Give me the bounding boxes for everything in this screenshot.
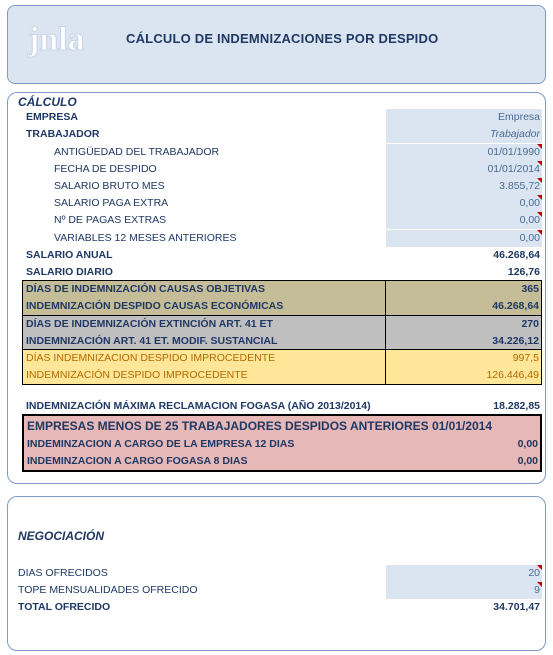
- trabajador-label: TRABAJADOR: [26, 128, 100, 140]
- variables-label: VARIABLES 12 MESES ANTERIORES: [54, 232, 237, 244]
- negociacion-panel: NEGOCIACIÓN DIAS OFRECIDOS 20 TOPE MENSU…: [7, 496, 546, 651]
- num-pagas-field[interactable]: 0,00: [386, 212, 542, 229]
- objetivas-ind-row: INDEMNIZACIÓN DESPIDO CAUSAS ECONÓMICAS …: [23, 298, 541, 315]
- salario-bruto-field[interactable]: 3.855,72: [386, 178, 542, 195]
- pequenas-fogasa-label: INDEMINZACION A CARGO FOGASA 8 DIAS: [27, 455, 248, 467]
- salario-bruto-value: 3.855,72: [499, 180, 540, 192]
- comment-marker-icon: [537, 565, 542, 570]
- trabajador-row: TRABAJADOR Trabajador: [24, 126, 542, 143]
- improc-dias-row: DÍAS INDEMNIZACION DESPIDO IMPROCEDENTE …: [23, 350, 541, 367]
- jnla-logo: jnla: [27, 21, 86, 59]
- variables-field[interactable]: 0,00: [386, 230, 542, 247]
- dias-ofrecidos-field[interactable]: 20: [386, 565, 542, 582]
- comment-marker-icon: [537, 212, 542, 217]
- comment-marker-icon: [537, 195, 542, 200]
- dias-ofrecidos-row: DIAS OFRECIDOS 20: [16, 565, 542, 582]
- causas-objetivas-block: DÍAS DE INDEMNIZACIÓN CAUSAS OBJETIVAS 3…: [22, 280, 542, 316]
- improcedente-block: DÍAS INDEMNIZACION DESPIDO IMPROCEDENTE …: [22, 349, 542, 385]
- num-pagas-row: Nº DE PAGAS EXTRAS 0,00: [24, 212, 542, 229]
- total-ofrecido-row: TOTAL OFRECIDO 34.701,47: [16, 599, 542, 616]
- empresa-label: EMPRESA: [26, 111, 78, 123]
- total-ofrecido-label: TOTAL OFRECIDO: [18, 601, 111, 613]
- calculo-title: CÁLCULO: [18, 95, 77, 109]
- comment-marker-icon: [537, 582, 542, 587]
- objetivas-dias-value: 365: [385, 281, 541, 298]
- fecha-despido-row: FECHA DE DESPIDO 01/01/2014: [24, 161, 542, 178]
- pequenas-fogasa-value: 0,00: [517, 455, 538, 467]
- empresa-row: EMPRESA Empresa: [24, 109, 542, 126]
- improc-ind-row: INDEMNIZACIÓN DESPIDO IMPROCEDENTE 126.4…: [23, 367, 541, 384]
- paga-extra-field[interactable]: 0,00: [386, 195, 542, 212]
- tope-mensualidades-field[interactable]: 9: [386, 582, 542, 599]
- pequenas-empresa-label: INDEMINZACION A CARGO DE LA EMPRESA 12 D…: [27, 438, 295, 450]
- objetivas-ind-label: INDEMNIZACIÓN DESPIDO CAUSAS ECONÓMICAS: [26, 300, 284, 312]
- art41-block: DÍAS DE INDEMNIZACIÓN EXTINCIÓN ART. 41 …: [22, 315, 542, 351]
- objetivas-dias-row: DÍAS DE INDEMNIZACIÓN CAUSAS OBJETIVAS 3…: [23, 281, 541, 298]
- salario-bruto-label: SALARIO BRUTO MES: [54, 180, 165, 192]
- paga-extra-row: SALARIO PAGA EXTRA 0,00: [24, 195, 542, 212]
- negociacion-title: NEGOCIACIÓN: [18, 529, 105, 543]
- pequenas-empresa-value: 0,00: [517, 438, 538, 450]
- comment-marker-icon: [537, 161, 542, 166]
- antiguedad-label: ANTIGÜEDAD DEL TRABAJADOR: [54, 146, 220, 158]
- pequenas-empresa-row: INDEMINZACION A CARGO DE LA EMPRESA 12 D…: [24, 436, 540, 453]
- fecha-despido-label: FECHA DE DESPIDO: [54, 163, 157, 175]
- salario-anual-label: SALARIO ANUAL: [26, 249, 113, 261]
- improc-dias-label: DÍAS INDEMNIZACION DESPIDO IMPROCEDENTE: [26, 352, 276, 364]
- pequenas-fogasa-row: INDEMINZACION A CARGO FOGASA 8 DIAS 0,00: [24, 453, 540, 470]
- improc-ind-value: 126.446,49: [385, 367, 541, 384]
- page-title: CÁLCULO DE INDEMNIZACIONES POR DESPIDO: [126, 31, 439, 46]
- art41-dias-row: DÍAS DE INDEMNIZACIÓN EXTINCIÓN ART. 41 …: [23, 316, 541, 333]
- tope-mensualidades-label: TOPE MENSUALIDADES OFRECIDO: [18, 584, 198, 596]
- fogasa-max-label: INDEMNIZACIÓN MÁXIMA RECLAMACION FOGASA …: [26, 400, 371, 412]
- salario-anual-row: SALARIO ANUAL 46.268,64: [24, 247, 542, 264]
- art41-dias-label: DÍAS DE INDEMNIZACIÓN EXTINCIÓN ART. 41 …: [26, 318, 273, 330]
- comment-marker-icon: [537, 178, 542, 183]
- antiguedad-value: 01/01/1990: [487, 146, 540, 158]
- variables-row: VARIABLES 12 MESES ANTERIORES 0,00: [24, 230, 542, 247]
- improc-dias-value: 997,5: [385, 350, 541, 367]
- logo-text: jnla: [27, 21, 85, 58]
- calculo-panel: CÁLCULO EMPRESA Empresa TRABAJADOR Traba…: [7, 92, 546, 484]
- fecha-despido-value: 01/01/2014: [487, 163, 540, 175]
- dias-ofrecidos-label: DIAS OFRECIDOS: [18, 567, 108, 579]
- fogasa-max-row: INDEMNIZACIÓN MÁXIMA RECLAMACION FOGASA …: [24, 398, 542, 415]
- comment-marker-icon: [537, 230, 542, 235]
- antiguedad-field[interactable]: 01/01/1990: [386, 144, 542, 161]
- fogasa-max-value: 18.282,85: [493, 400, 540, 412]
- objetivas-dias-label: DÍAS DE INDEMNIZACIÓN CAUSAS OBJETIVAS: [26, 283, 265, 295]
- objetivas-ind-value: 46.268,64: [385, 298, 541, 315]
- pequenas-empresas-block: EMPRESAS MENOS DE 25 TRABAJADORES DESPID…: [22, 414, 542, 472]
- improc-ind-label: INDEMNIZACIÓN DESPIDO IMPROCEDENTE: [26, 369, 248, 381]
- salario-bruto-row: SALARIO BRUTO MES 3.855,72: [24, 178, 542, 195]
- art41-ind-value: 34.226,12: [385, 333, 541, 350]
- empresa-field[interactable]: Empresa: [386, 109, 542, 126]
- paga-extra-label: SALARIO PAGA EXTRA: [54, 197, 169, 209]
- antiguedad-row: ANTIGÜEDAD DEL TRABAJADOR 01/01/1990: [24, 144, 542, 161]
- salario-anual-value: 46.268,64: [493, 249, 540, 261]
- comment-marker-icon: [537, 144, 542, 149]
- salario-diario-row: SALARIO DIARIO 126,76: [24, 264, 542, 281]
- tope-mensualidades-row: TOPE MENSUALIDADES OFRECIDO 9: [16, 582, 542, 599]
- trabajador-field[interactable]: Trabajador: [386, 126, 542, 143]
- total-ofrecido-value: 34.701,47: [493, 601, 540, 613]
- header-banner: jnla CÁLCULO DE INDEMNIZACIONES POR DESP…: [7, 5, 546, 84]
- salario-diario-value: 126,76: [507, 266, 540, 278]
- art41-dias-value: 270: [385, 316, 541, 333]
- pequenas-empresas-title: EMPRESAS MENOS DE 25 TRABAJADORES DESPID…: [27, 419, 493, 433]
- fecha-despido-field[interactable]: 01/01/2014: [386, 161, 542, 178]
- art41-ind-row: INDEMNIZACIÓN ART. 41 ET. MODIF. SUSTANC…: [23, 333, 541, 350]
- art41-ind-label: INDEMNIZACIÓN ART. 41 ET. MODIF. SUSTANC…: [26, 335, 278, 347]
- num-pagas-label: Nº DE PAGAS EXTRAS: [54, 214, 167, 226]
- salario-diario-label: SALARIO DIARIO: [26, 266, 113, 278]
